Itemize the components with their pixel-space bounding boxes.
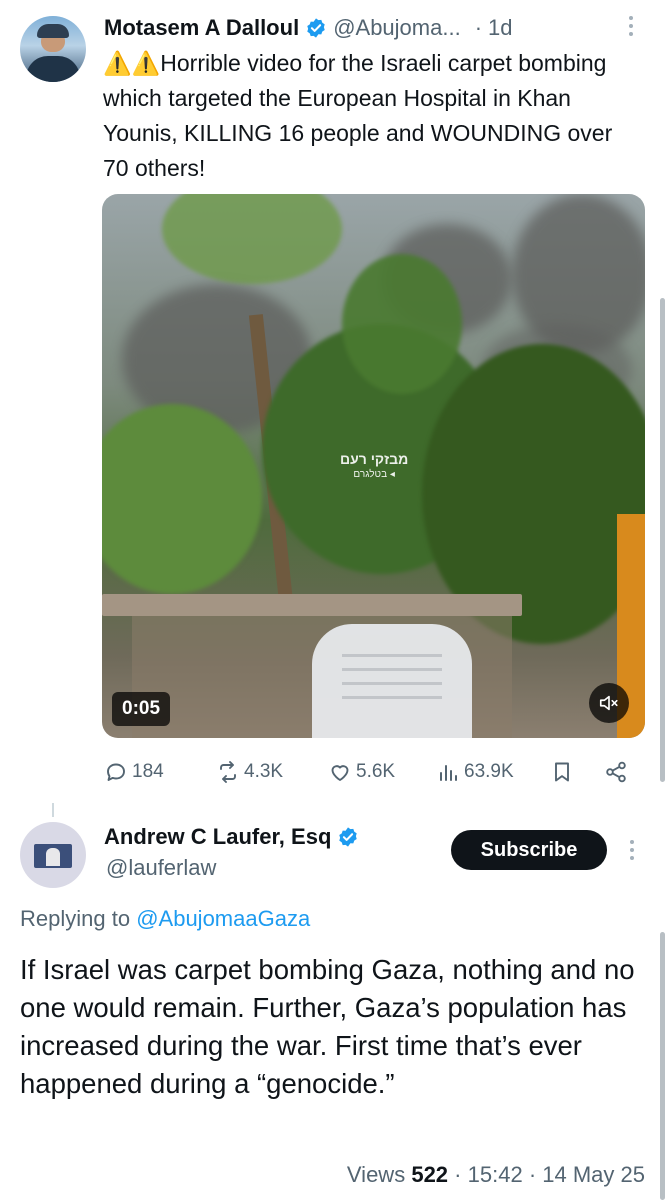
tweet-video[interactable]: מבזקי רעם בטלגרם ◂ 0:05: [102, 194, 645, 738]
replying-to-mention[interactable]: @AbujomaaGaza: [136, 906, 310, 931]
bookmark-icon: [555, 762, 569, 782]
like-button[interactable]: 5.6K: [328, 760, 395, 784]
time-separator: ·: [474, 15, 483, 40]
tweet-text: ⚠️⚠️Horrible video for the Israeli carpe…: [103, 46, 643, 186]
heart-icon: [331, 765, 349, 781]
warning-emoji: ⚠️⚠️: [103, 50, 161, 76]
tweet-body: Horrible video for the Israeli carpet bo…: [103, 50, 613, 181]
meta-separator: ·: [454, 1162, 462, 1187]
bookmark-button[interactable]: [550, 760, 574, 784]
watermark-line-1: מבזקי רעם: [340, 451, 409, 467]
reply-author-name[interactable]: Andrew C Laufer, Esq: [104, 824, 331, 850]
tweet-header: Motasem A Dalloul @Abujoma... · 1d: [104, 12, 625, 44]
reply-date[interactable]: 14 May 25: [542, 1162, 645, 1187]
scrollbar[interactable]: [660, 298, 665, 782]
repost-icon: [220, 761, 236, 783]
scrollbar[interactable]: [660, 932, 665, 1200]
reply-author-handle[interactable]: @lauferlaw: [106, 855, 216, 881]
subscribe-button[interactable]: Subscribe: [451, 830, 607, 870]
reply-icon: [107, 763, 125, 781]
tweet-time[interactable]: 1d: [488, 15, 512, 41]
more-options-icon[interactable]: [622, 836, 642, 864]
reply-author-avatar[interactable]: [20, 822, 86, 888]
video-duration: 0:05: [112, 692, 171, 726]
replying-to-label: Replying to: [20, 906, 131, 931]
reply-author-name-row: Andrew C Laufer, Esq: [104, 824, 365, 850]
repost-count: 4.3K: [244, 761, 284, 782]
thread-connector: [52, 803, 54, 817]
author-name[interactable]: Motasem A Dalloul: [104, 15, 299, 41]
more-options-icon[interactable]: [621, 12, 641, 40]
view-count: 63.9K: [464, 761, 514, 782]
author-avatar[interactable]: [20, 16, 86, 82]
meta-separator: ·: [528, 1162, 537, 1187]
share-icon: [606, 761, 626, 783]
watermark-line-2: בטלגרם ◂: [353, 469, 395, 480]
views-chart-icon: [440, 765, 457, 781]
verified-badge-icon: [339, 827, 358, 847]
mute-toggle-icon[interactable]: [589, 683, 629, 723]
views-label: Views: [346, 1162, 406, 1187]
reply-time[interactable]: 15:42: [468, 1162, 523, 1187]
video-watermark: מבזקי רעם בטלגרם ◂: [340, 452, 408, 482]
repost-button[interactable]: 4.3K: [216, 760, 283, 784]
reply-meta: Views 522 · 15:42 · 14 May 25: [347, 1162, 645, 1188]
verified-badge-icon: [307, 18, 325, 38]
views-count[interactable]: 522: [411, 1162, 448, 1187]
share-button[interactable]: [604, 760, 628, 784]
like-count: 5.6K: [356, 761, 396, 782]
replying-to: Replying to @AbujomaaGaza: [20, 906, 310, 932]
x-thread-view: Motasem A Dalloul @Abujoma... · 1d ⚠️⚠️H…: [0, 0, 665, 1200]
reply-button[interactable]: 184: [104, 760, 164, 784]
views-button[interactable]: 63.9K: [436, 760, 514, 784]
tweet-actions: 184 4.3K 5.6K 63.9K: [104, 755, 634, 789]
author-handle[interactable]: @Abujoma...: [333, 15, 461, 41]
reply-count: 184: [132, 761, 164, 782]
reply-text: If Israel was carpet bombing Gaza, nothi…: [20, 954, 635, 1099]
